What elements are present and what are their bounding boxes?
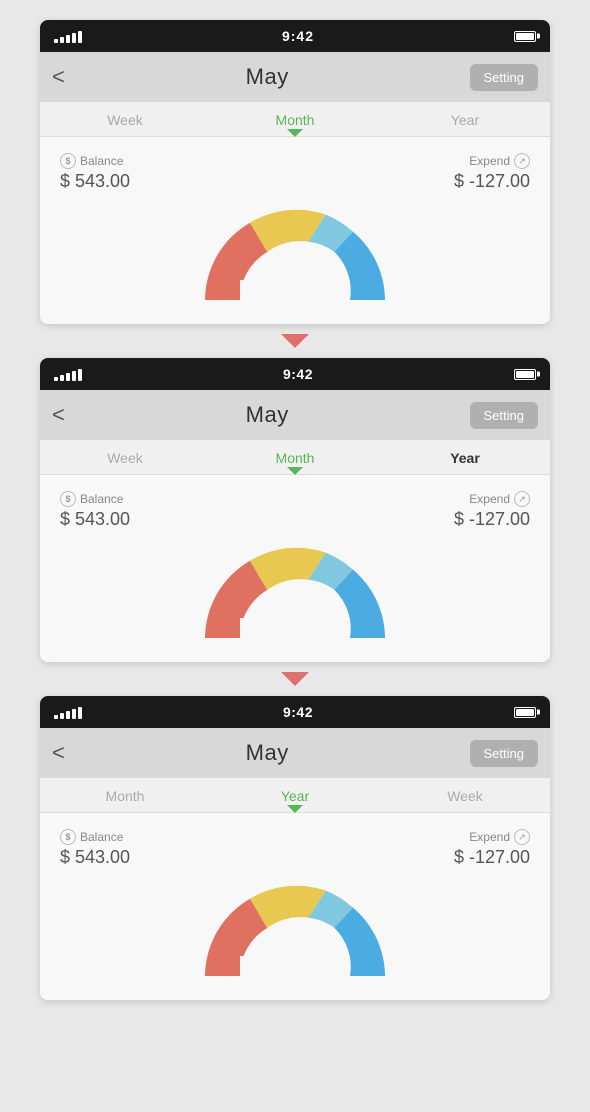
content-area-2: $ Balance $ 543.00 Expend ↗ $ -127.00 — [40, 475, 550, 662]
expend-amount-3: $ -127.00 — [454, 847, 530, 868]
tab-bar-2: Week Month Year — [40, 440, 550, 475]
balance-left-3: $ Balance $ 543.00 — [60, 829, 130, 868]
status-bar-2: 9:42 — [40, 358, 550, 390]
balance-label-1: Balance — [80, 154, 123, 168]
expend-label-3: Expend — [469, 830, 510, 844]
screen-2: 9:42 < May Setting Week Month Year — [40, 358, 550, 662]
nav-bar-2: < May Setting — [40, 390, 550, 440]
page-title-2: May — [246, 402, 289, 428]
donut-chart-2 — [195, 538, 395, 638]
phone-frame-1: 9:42 < May Setting Week Month Year — [40, 20, 550, 324]
expend-amount-2: $ -127.00 — [454, 509, 530, 530]
balance-left-1: $ Balance $ 543.00 — [60, 153, 130, 192]
screen-1: 9:42 < May Setting Week Month Year — [40, 20, 550, 324]
balance-row-3: $ Balance $ 543.00 Expend ↗ $ -127.00 — [60, 829, 530, 868]
screen-3: 9:42 < May Setting Month Year Week — [40, 696, 550, 1000]
screens-wrapper: 9:42 < May Setting Week Month Year — [0, 0, 590, 1020]
status-time-3: 9:42 — [283, 704, 313, 720]
dollar-icon-3: $ — [60, 829, 76, 845]
tab-month-3[interactable]: Month — [40, 788, 210, 812]
back-button-1[interactable]: < — [52, 66, 65, 88]
expend-label-2: Expend — [469, 492, 510, 506]
nav-bar-3: < May Setting — [40, 728, 550, 778]
signal-icon-2 — [54, 367, 82, 381]
balance-row-2: $ Balance $ 543.00 Expend ↗ $ -127.00 — [60, 491, 530, 530]
nav-bar-1: < May Setting — [40, 52, 550, 102]
back-button-3[interactable]: < — [52, 742, 65, 764]
tab-year-3[interactable]: Year — [210, 788, 380, 812]
tab-year-2[interactable]: Year — [380, 450, 550, 474]
tab-week-3[interactable]: Week — [380, 788, 550, 812]
balance-label-2: Balance — [80, 492, 123, 506]
balance-label-row-3: $ Balance — [60, 829, 130, 845]
tab-month-1[interactable]: Month — [210, 112, 380, 136]
down-arrow-icon-2 — [281, 672, 309, 686]
balance-right-1: Expend ↗ $ -127.00 — [454, 153, 530, 192]
down-arrow-icon-1 — [281, 334, 309, 348]
setting-button-2[interactable]: Setting — [470, 402, 538, 429]
tab-year-1[interactable]: Year — [380, 112, 550, 136]
page-title-3: May — [246, 740, 289, 766]
tab-week-2[interactable]: Week — [40, 450, 210, 474]
status-bar-1: 9:42 — [40, 20, 550, 52]
chart-container-1 — [60, 200, 530, 300]
content-area-1: $ Balance $ 543.00 Expend ↗ $ -127.00 — [40, 137, 550, 324]
back-button-2[interactable]: < — [52, 404, 65, 426]
tab-week-1[interactable]: Week — [40, 112, 210, 136]
signal-icon-3 — [54, 705, 82, 719]
page-title-1: May — [246, 64, 289, 90]
status-time-1: 9:42 — [282, 28, 314, 44]
donut-chart-1 — [195, 200, 395, 300]
balance-row-1: $ Balance $ 543.00 Expend ↗ $ -127.00 — [60, 153, 530, 192]
arrow-divider-1 — [281, 324, 309, 358]
balance-amount-2: $ 543.00 — [60, 509, 130, 530]
dollar-icon-2: $ — [60, 491, 76, 507]
balance-label-row-2: $ Balance — [60, 491, 130, 507]
phone-frame-2: 9:42 < May Setting Week Month Year — [40, 358, 550, 662]
dollar-icon-1: $ — [60, 153, 76, 169]
expend-amount-1: $ -127.00 — [454, 171, 530, 192]
battery-icon-3 — [514, 707, 536, 718]
chart-container-2 — [60, 538, 530, 638]
expend-arrow-icon-1: ↗ — [514, 153, 530, 169]
tab-bar-3: Month Year Week — [40, 778, 550, 813]
expend-label-row-2: Expend ↗ — [469, 491, 530, 507]
expend-arrow-icon-2: ↗ — [514, 491, 530, 507]
expend-arrow-icon-3: ↗ — [514, 829, 530, 845]
arrow-divider-2 — [281, 662, 309, 696]
balance-right-2: Expend ↗ $ -127.00 — [454, 491, 530, 530]
balance-label-3: Balance — [80, 830, 123, 844]
status-bar-3: 9:42 — [40, 696, 550, 728]
balance-label-row-1: $ Balance — [60, 153, 130, 169]
balance-left-2: $ Balance $ 543.00 — [60, 491, 130, 530]
signal-icon — [54, 29, 82, 43]
expend-label-row-1: Expend ↗ — [469, 153, 530, 169]
phone-frame-3: 9:42 < May Setting Month Year Week — [40, 696, 550, 1000]
battery-icon-1 — [514, 31, 536, 42]
expend-label-row-3: Expend ↗ — [469, 829, 530, 845]
content-area-3: $ Balance $ 543.00 Expend ↗ $ -127.00 — [40, 813, 550, 1000]
expend-label-1: Expend — [469, 154, 510, 168]
balance-amount-3: $ 543.00 — [60, 847, 130, 868]
balance-right-3: Expend ↗ $ -127.00 — [454, 829, 530, 868]
battery-icon-2 — [514, 369, 536, 380]
donut-chart-3 — [195, 876, 395, 976]
chart-container-3 — [60, 876, 530, 976]
tab-month-2[interactable]: Month — [210, 450, 380, 474]
tab-bar-1: Week Month Year — [40, 102, 550, 137]
setting-button-3[interactable]: Setting — [470, 740, 538, 767]
setting-button-1[interactable]: Setting — [470, 64, 538, 91]
status-time-2: 9:42 — [283, 366, 313, 382]
balance-amount-1: $ 543.00 — [60, 171, 130, 192]
